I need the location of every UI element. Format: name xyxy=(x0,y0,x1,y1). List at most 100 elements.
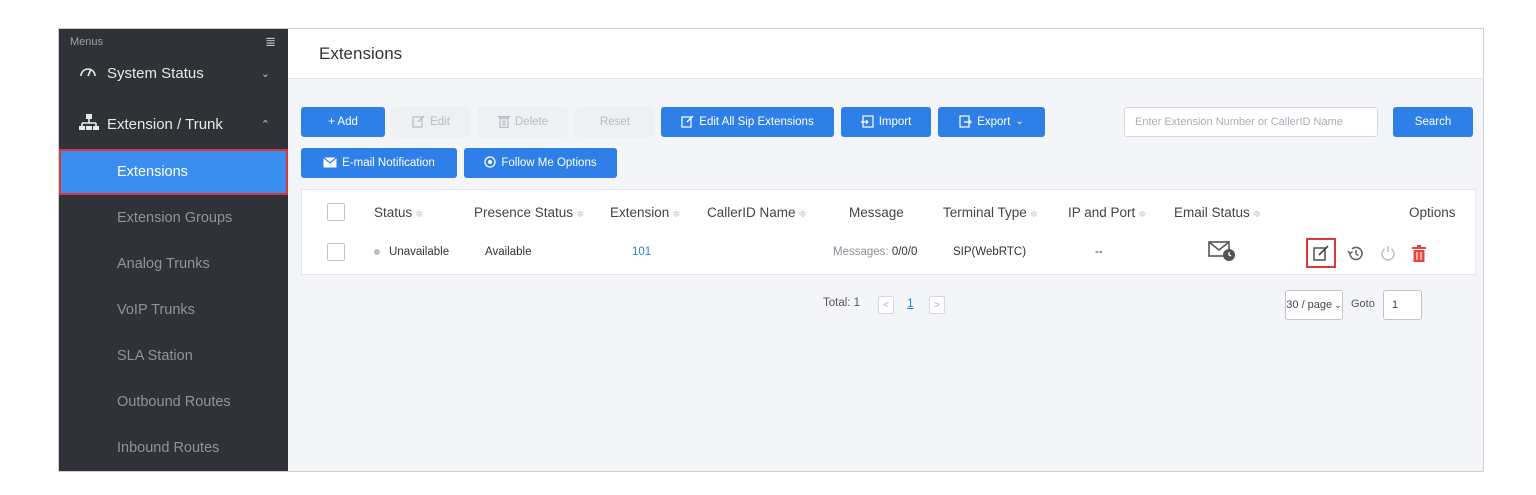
mail-icon xyxy=(323,156,338,170)
settings-icon xyxy=(484,156,497,170)
header-message: Message xyxy=(849,204,904,220)
status-dot xyxy=(374,248,380,255)
sidebar-group-label: System Status xyxy=(107,64,204,82)
table-header: Status ≑ Presence Status ≑ Extension ≑ Call… xyxy=(302,192,1475,232)
sort-icon: ≑ xyxy=(415,208,424,220)
message-value: 0/0/0 xyxy=(891,246,918,258)
header-presence-status[interactable]: Presence Status ≑ xyxy=(474,205,584,220)
header-callerid-label: CallerID Name xyxy=(707,204,796,220)
sidebar-group-system-status[interactable]: System Status ⌄ xyxy=(59,55,288,91)
import-label: Import xyxy=(878,116,912,128)
header-ip-and-port[interactable]: IP and Port ≑ xyxy=(1068,205,1147,220)
presence-cell: Available xyxy=(485,246,532,258)
total-count: Total: 1 xyxy=(823,297,861,309)
search-input[interactable]: Enter Extension Number or CallerID Name xyxy=(1124,107,1378,137)
page-header: Extensions xyxy=(288,29,1483,79)
history-icon[interactable] xyxy=(1343,241,1367,265)
export-icon xyxy=(959,114,973,130)
sidebar-item-outbound-routes[interactable]: Outbound Routes xyxy=(59,379,288,425)
sidebar: Menus ≣ System Status ⌄ Extension / Trun… xyxy=(59,29,288,471)
sort-icon: ≑ xyxy=(798,208,807,220)
header-callerid-name[interactable]: CallerID Name ≑ xyxy=(707,205,807,220)
menu-collapse-icon[interactable]: ≣ xyxy=(265,34,276,50)
prev-page-button[interactable]: < xyxy=(878,296,894,314)
trash-icon xyxy=(497,115,510,130)
sidebar-item-sla-station[interactable]: SLA Station xyxy=(59,333,288,379)
search-button[interactable]: Search xyxy=(1393,107,1473,137)
chevron-up-icon: ⌃ xyxy=(260,118,270,131)
menus-label: Menus xyxy=(70,36,104,48)
header-extension[interactable]: Extension ≑ xyxy=(610,205,681,220)
sidebar-group-label: Extension / Trunk xyxy=(107,115,223,133)
import-button[interactable]: Import xyxy=(841,107,931,137)
toolbar: + Add Edit Delete Reset Edit All Sip Ext… xyxy=(288,107,1483,140)
goto-input[interactable]: 1 xyxy=(1383,290,1422,320)
email-schedule-icon xyxy=(1208,240,1236,265)
header-email-status-label: Email Status xyxy=(1174,204,1250,220)
sort-icon: ≑ xyxy=(672,208,681,220)
gauge-icon xyxy=(79,64,101,82)
sidebar-item-voip-trunks[interactable]: VoIP Trunks xyxy=(59,287,288,333)
header-terminal-label: Terminal Type xyxy=(943,204,1027,220)
delete-label: Delete xyxy=(514,116,549,128)
chevron-down-icon: ⌄ xyxy=(1015,116,1024,127)
edit-row-button[interactable] xyxy=(1306,238,1336,268)
main-content: Extensions + Add Edit Delete Reset Edit … xyxy=(288,29,1483,471)
edit-all-sip-extensions-button[interactable]: Edit All Sip Extensions xyxy=(661,107,834,137)
extension-link[interactable]: 101 xyxy=(632,246,651,258)
sort-icon: ≑ xyxy=(1252,208,1262,220)
goto-label: Goto xyxy=(1351,298,1375,310)
header-email-status[interactable]: Email Status ≑ xyxy=(1174,205,1261,220)
message-label: Messages: xyxy=(833,246,889,258)
row-checkbox[interactable] xyxy=(327,243,345,261)
sidebar-item-analog-trunks[interactable]: Analog Trunks xyxy=(59,241,288,287)
header-terminal-type[interactable]: Terminal Type ≑ xyxy=(943,205,1038,220)
chevron-down-icon: ⌄ xyxy=(260,67,270,80)
menus-header: Menus ≣ xyxy=(59,29,288,55)
page-size-select[interactable]: 30 / page ⌄ xyxy=(1285,290,1343,320)
add-button[interactable]: + Add xyxy=(301,107,385,137)
reset-button[interactable]: Reset xyxy=(575,107,655,137)
sort-icon: ≑ xyxy=(1029,208,1039,220)
sort-icon: ≑ xyxy=(576,208,585,220)
status-cell: Unavailable xyxy=(374,246,449,258)
delete-row-icon[interactable] xyxy=(1407,241,1431,265)
network-icon xyxy=(79,113,101,135)
page-size-value: 30 / page xyxy=(1286,299,1333,311)
follow-me-options-button[interactable]: Follow Me Options xyxy=(464,148,617,178)
sort-icon: ≑ xyxy=(1138,208,1147,220)
header-presence-label: Presence Status xyxy=(474,204,574,220)
edit-icon xyxy=(681,115,694,130)
header-options: Options xyxy=(1409,204,1456,220)
pagination: Total: 1 < 1 > 30 / page ⌄ Goto 1 xyxy=(288,290,1483,320)
export-label: Export xyxy=(977,116,1011,128)
select-all-checkbox[interactable] xyxy=(327,203,345,221)
extensions-table: Status ≑ Presence Status ≑ Extension ≑ Call… xyxy=(301,189,1476,275)
edit-icon xyxy=(412,115,425,130)
sidebar-item-extension-groups[interactable]: Extension Groups xyxy=(59,195,288,241)
follow-me-label: Follow Me Options xyxy=(501,157,597,169)
ip-port-cell: -- xyxy=(1095,246,1103,258)
chevron-down-icon: ⌄ xyxy=(1334,299,1342,310)
header-extension-label: Extension xyxy=(610,204,670,220)
search-label: Search xyxy=(1414,116,1452,128)
next-page-button[interactable]: > xyxy=(929,296,945,314)
header-status[interactable]: Status ≑ xyxy=(374,205,424,220)
edit-button[interactable]: Edit xyxy=(391,107,471,137)
sidebar-item-extensions[interactable]: Extensions xyxy=(59,149,288,195)
edit-label: Edit xyxy=(430,116,450,128)
toolbar-secondary: E-mail Notification Follow Me Options xyxy=(288,148,1483,178)
sidebar-item-inbound-routes[interactable]: Inbound Routes xyxy=(59,425,288,471)
page-1-link[interactable]: 1 xyxy=(907,296,914,310)
header-status-label: Status xyxy=(374,204,413,220)
reset-label: Reset xyxy=(599,116,631,128)
edit-all-label: Edit All Sip Extensions xyxy=(699,116,814,128)
power-icon[interactable] xyxy=(1376,241,1400,265)
table-row: Unavailable Available 101 Messages: 0/0/… xyxy=(302,232,1475,272)
export-dropdown[interactable]: Export ⌄ xyxy=(938,107,1045,137)
app-frame: Menus ≣ System Status ⌄ Extension / Trun… xyxy=(58,28,1484,472)
delete-button[interactable]: Delete xyxy=(478,107,568,137)
message-cell: Messages: 0/0/0 xyxy=(833,246,917,258)
email-notification-button[interactable]: E-mail Notification xyxy=(301,148,457,178)
sidebar-group-extension-trunk[interactable]: Extension / Trunk ⌃ xyxy=(59,99,288,149)
